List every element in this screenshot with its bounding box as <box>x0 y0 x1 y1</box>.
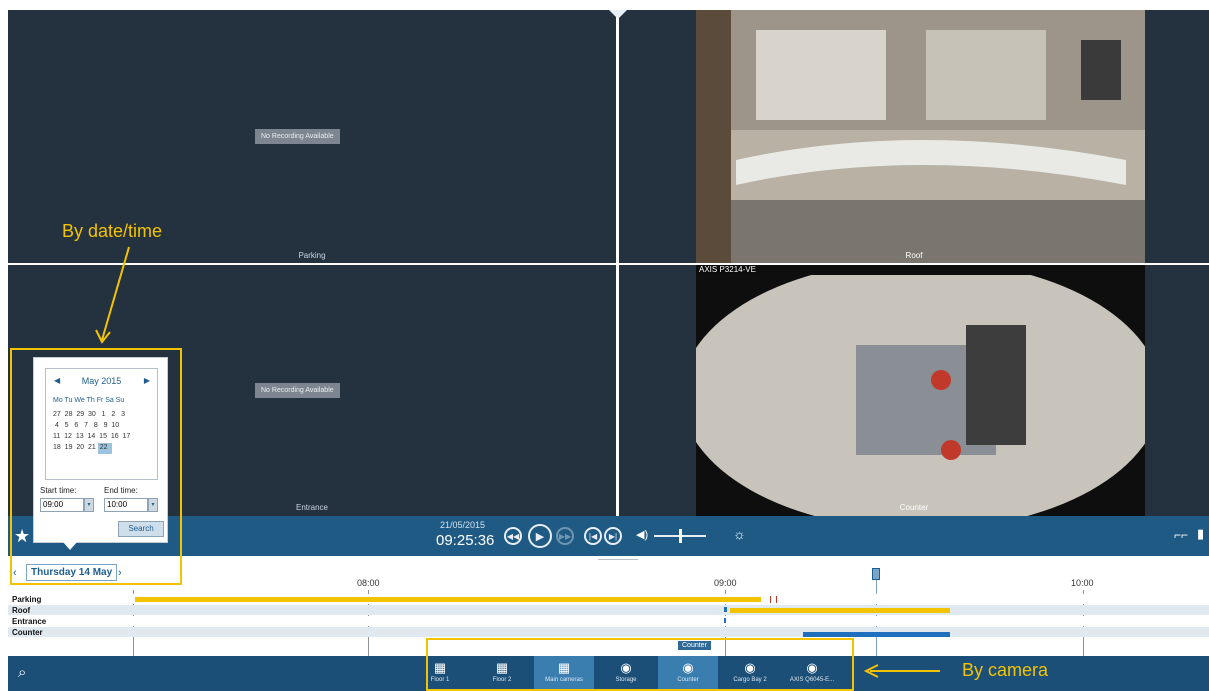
annotation-box-date <box>10 348 182 585</box>
annotation-box-camera <box>426 638 854 691</box>
annotation-by-camera: By camera <box>962 660 1049 680</box>
video-client-window: No Recording Available Parking Roof No R… <box>0 0 1209 691</box>
annotation-arrow <box>95 246 940 678</box>
